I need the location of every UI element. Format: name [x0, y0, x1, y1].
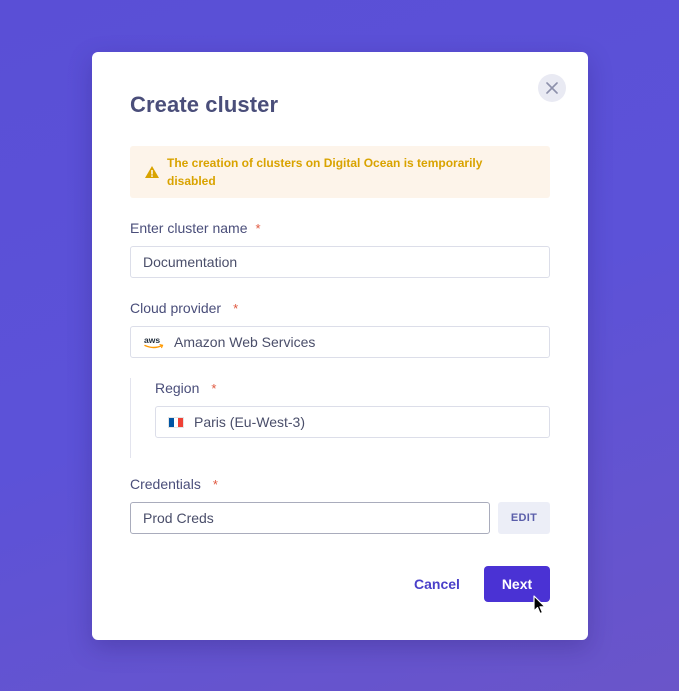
region-value: Paris (Eu-West-3) — [194, 414, 305, 430]
region-indent-line — [130, 378, 131, 458]
region-label: Region * — [155, 380, 216, 396]
close-button[interactable] — [538, 74, 566, 102]
cluster-name-input[interactable]: Documentation — [130, 246, 550, 278]
cloud-provider-value: Amazon Web Services — [174, 334, 316, 350]
region-label-text: Region — [155, 380, 200, 396]
alert-message: The creation of clusters on Digital Ocea… — [167, 156, 483, 188]
dialog-title: Create cluster — [130, 92, 279, 117]
warning-icon — [145, 166, 159, 178]
france-flag-icon — [168, 416, 184, 428]
cluster-name-label: Enter cluster name * — [130, 220, 261, 236]
warning-alert: The creation of clusters on Digital Ocea… — [130, 146, 550, 198]
required-marker: * — [233, 301, 239, 316]
edit-credentials-button[interactable]: EDIT — [498, 502, 550, 534]
cloud-provider-select[interactable]: aws Amazon Web Services — [130, 326, 550, 358]
cloud-provider-label: Cloud provider * — [130, 300, 238, 316]
cancel-button[interactable]: Cancel — [408, 566, 466, 602]
cluster-name-value: Documentation — [143, 254, 238, 270]
credentials-label: Credentials * — [130, 476, 218, 492]
mouse-cursor-icon — [533, 595, 546, 615]
credentials-value: Prod Creds — [143, 510, 214, 526]
svg-text:aws: aws — [144, 335, 160, 345]
region-select[interactable]: Paris (Eu-West-3) — [155, 406, 550, 438]
required-marker: * — [255, 221, 261, 236]
required-marker: * — [211, 381, 217, 396]
create-cluster-dialog: Create cluster The creation of clusters … — [92, 52, 588, 640]
cloud-provider-label-text: Cloud provider — [130, 300, 222, 316]
close-icon — [546, 82, 558, 94]
required-marker: * — [212, 477, 218, 492]
cluster-name-label-text: Enter cluster name — [130, 220, 248, 236]
credentials-select[interactable]: Prod Creds — [130, 502, 490, 534]
credentials-label-text: Credentials — [130, 476, 201, 492]
aws-logo: aws — [144, 335, 164, 349]
